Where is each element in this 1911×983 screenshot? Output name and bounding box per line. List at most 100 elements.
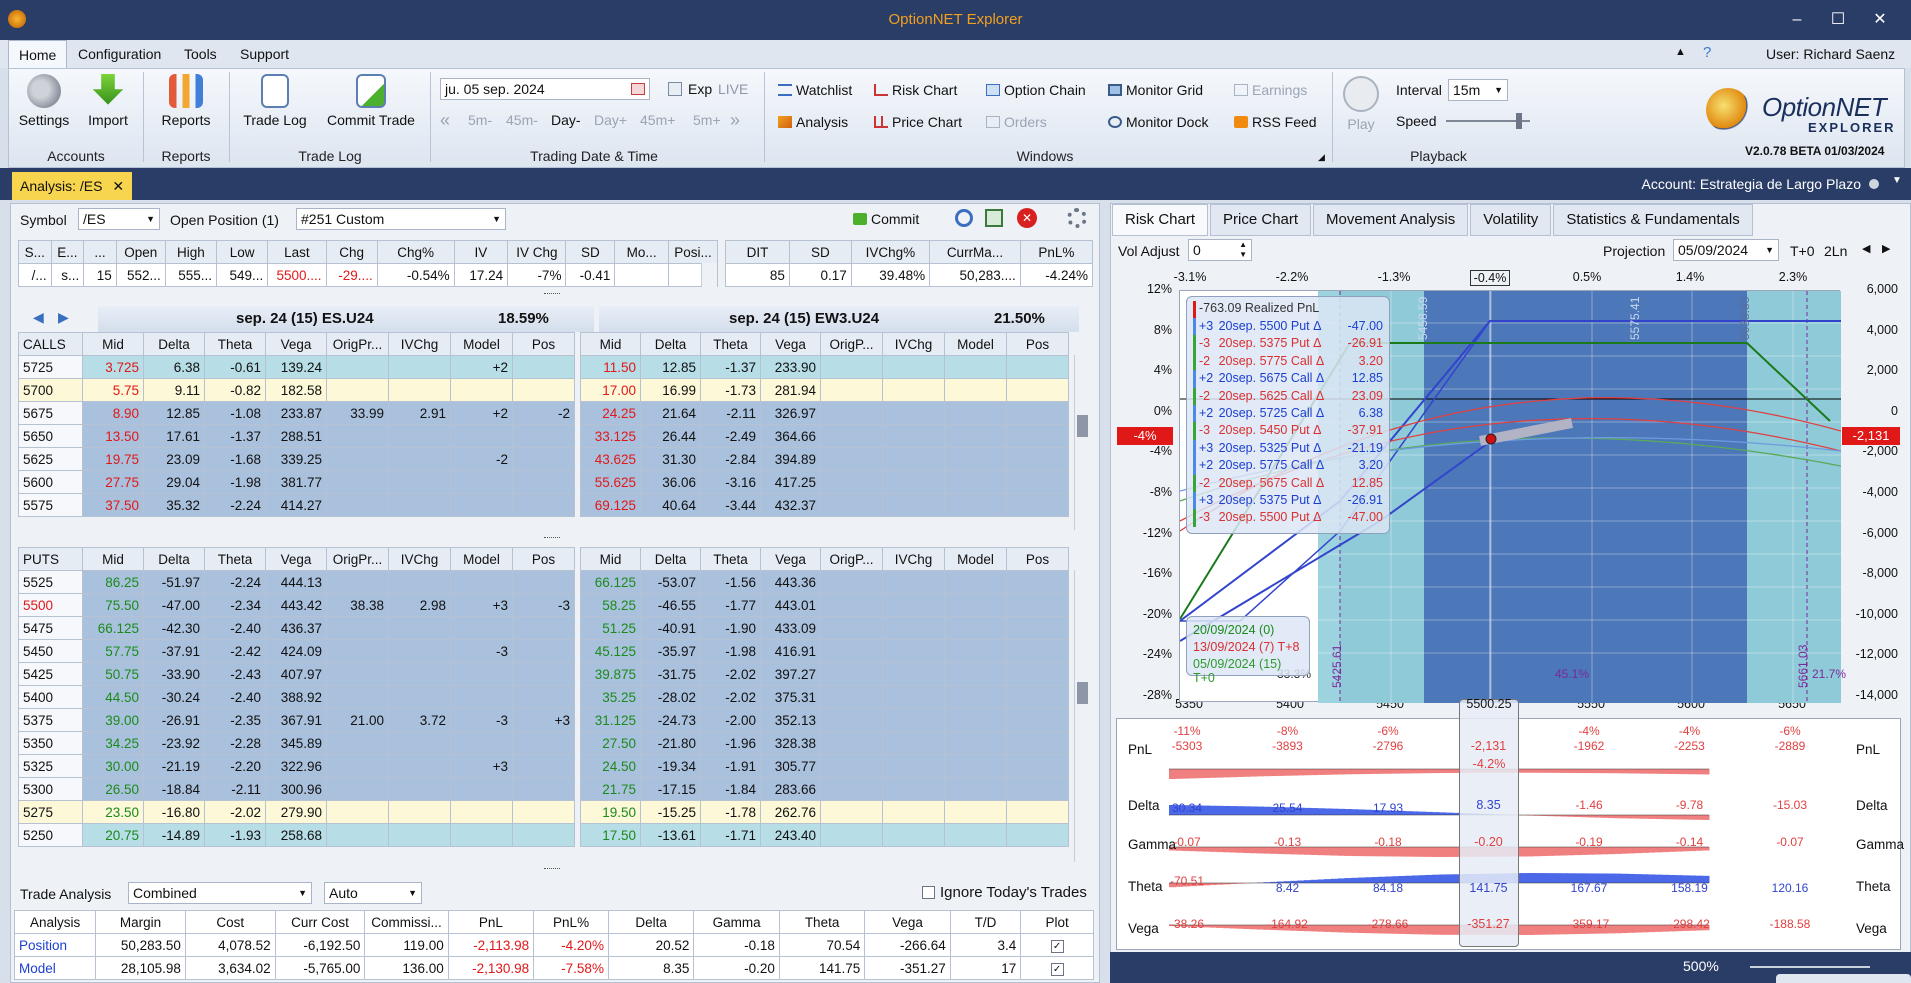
chain1-column-header[interactable]: Mid bbox=[82, 332, 144, 356]
chain1-cell[interactable] bbox=[450, 731, 513, 755]
chain-row[interactable]: 5700 5.75 9.11 -0.82 182.58 17.00 16.99 -1.73 28… bbox=[18, 378, 1085, 402]
close-tab-icon[interactable]: ✕ bbox=[112, 178, 124, 194]
stats-header[interactable]: DIT bbox=[725, 240, 790, 264]
chain2-cell[interactable] bbox=[1006, 378, 1069, 402]
chain1-cell[interactable]: +3 bbox=[450, 754, 513, 778]
chain2-cell[interactable] bbox=[1006, 447, 1069, 471]
chain2-cell[interactable] bbox=[1006, 685, 1069, 709]
chain2-cell[interactable] bbox=[944, 570, 1007, 594]
chain1-column-header[interactable]: Pos bbox=[512, 332, 575, 356]
nav-next-icon[interactable]: ▶ bbox=[58, 309, 69, 326]
chain2-column-header[interactable]: Model bbox=[944, 332, 1007, 356]
chain2-cell[interactable] bbox=[944, 639, 1007, 663]
chain1-cell[interactable] bbox=[512, 662, 575, 686]
chain-row[interactable]: 5575 37.50 35.32 -2.24 414.27 69.125 40.64 -3.4… bbox=[18, 493, 1085, 517]
tab-movement-analysis[interactable]: Movement Analysis bbox=[1313, 204, 1469, 236]
legend-item[interactable]: -2 20sep. 5675 Call Δ 12.85 bbox=[1193, 474, 1383, 492]
legend-item[interactable]: +2 20sep. 5775 Call Δ 3.20 bbox=[1193, 457, 1383, 475]
quote-header[interactable]: Open bbox=[115, 240, 166, 264]
option-chain-button[interactable]: Option Chain bbox=[986, 78, 1086, 102]
trade-header[interactable]: Gamma bbox=[693, 910, 780, 934]
legend-item[interactable]: -2 20sep. 5625 Call Δ 23.09 bbox=[1193, 387, 1383, 405]
account-menu-icon[interactable]: ▼ bbox=[1892, 175, 1902, 186]
trade-header[interactable]: T/D bbox=[949, 910, 1022, 934]
tab-analysis-es[interactable]: Analysis: /ES ✕ bbox=[12, 172, 133, 200]
chain1-cell[interactable] bbox=[450, 662, 513, 686]
step-5m-forward[interactable]: 5m+ bbox=[693, 112, 721, 128]
trade-header[interactable]: Margin bbox=[95, 910, 186, 934]
chain1-cell[interactable] bbox=[512, 754, 575, 778]
chain2-column-header[interactable]: Theta bbox=[700, 547, 761, 571]
projection-date-select[interactable]: 05/09/2024 ▼ bbox=[1673, 239, 1779, 261]
chain2-cell[interactable] bbox=[944, 616, 1007, 640]
chain1-cell[interactable]: +2 bbox=[450, 355, 513, 379]
quote-header[interactable]: ... bbox=[83, 240, 117, 264]
trade-header[interactable]: Curr Cost bbox=[274, 910, 366, 934]
chain2-cell[interactable] bbox=[1006, 639, 1069, 663]
chain1-cell[interactable] bbox=[450, 685, 513, 709]
chain1-cell[interactable]: +2 bbox=[450, 401, 513, 425]
calendar-grid-icon[interactable] bbox=[668, 82, 682, 96]
chain1-cell[interactable] bbox=[512, 470, 575, 494]
monitor-grid-button[interactable]: Monitor Grid bbox=[1108, 78, 1203, 102]
collapse-ribbon-icon[interactable]: ▲ bbox=[1675, 46, 1686, 58]
chain2-cell[interactable] bbox=[1006, 493, 1069, 517]
quote-header[interactable]: High bbox=[164, 240, 218, 264]
chain2-column-header[interactable]: Delta bbox=[640, 332, 701, 356]
chain1-cell[interactable]: +3 bbox=[450, 593, 513, 617]
plot-checkbox[interactable]: ✓ bbox=[1050, 940, 1064, 953]
step-day-forward[interactable]: Day+ bbox=[594, 112, 627, 128]
quote-header[interactable]: Posi... bbox=[667, 240, 719, 264]
menu-tools[interactable]: Tools bbox=[174, 40, 227, 68]
rss-feed-button[interactable]: RSS Feed bbox=[1234, 110, 1317, 134]
trade-row[interactable]: Model 28,105.98 3,634.02 -5,765.00 136.00 -2,… bbox=[13, 956, 1094, 980]
quote-header[interactable]: IV Chg bbox=[507, 240, 567, 264]
chain1-cell[interactable]: -2 bbox=[512, 401, 575, 425]
chain2-column-header[interactable]: Vega bbox=[760, 332, 821, 356]
quote-header[interactable]: Chg bbox=[325, 240, 378, 264]
chain1-column-header[interactable]: OrigPr... bbox=[326, 332, 389, 356]
chain1-column-header[interactable]: Theta bbox=[204, 547, 266, 571]
chain2-cell[interactable] bbox=[944, 378, 1007, 402]
chain2-cell[interactable] bbox=[1006, 570, 1069, 594]
nav-prev-icon[interactable]: ◀ bbox=[33, 309, 44, 326]
chain-row[interactable]: 5500 75.50 -47.00 -2.34 443.42 38.38 2.98 +3 -3 5… bbox=[18, 593, 1085, 617]
chain1-cell[interactable] bbox=[512, 355, 575, 379]
stats-header[interactable]: SD bbox=[788, 240, 852, 264]
play-button[interactable]: Play bbox=[1340, 76, 1382, 132]
import-button[interactable]: Import bbox=[80, 74, 136, 128]
chain2-column-header[interactable]: OrigP... bbox=[820, 332, 883, 356]
chain-row[interactable]: 5375 39.00 -26.91 -2.35 367.91 21.00 3.72 -3 +3 3… bbox=[18, 708, 1085, 732]
chain2-cell[interactable] bbox=[944, 685, 1007, 709]
chain1-cell[interactable] bbox=[512, 823, 575, 847]
chain1-cell[interactable] bbox=[450, 616, 513, 640]
chain1-cell[interactable]: -3 bbox=[450, 708, 513, 732]
puts-scroll-thumb[interactable] bbox=[1077, 682, 1088, 704]
step-5m-back[interactable]: 5m- bbox=[468, 112, 492, 128]
chain2-cell[interactable] bbox=[1006, 355, 1069, 379]
trade-header[interactable]: Cost bbox=[184, 910, 276, 934]
interval-select[interactable]: 15m ▼ bbox=[1448, 79, 1508, 101]
chain2-column-header[interactable]: IVChg bbox=[882, 332, 945, 356]
settings-button[interactable]: Settings bbox=[16, 74, 72, 128]
splitter-grip[interactable] bbox=[544, 293, 560, 296]
speed-slider-thumb[interactable] bbox=[1516, 113, 1522, 129]
chain-row[interactable]: 5400 44.50 -30.24 -2.40 388.92 35.25 -28.02 -2.… bbox=[18, 685, 1085, 709]
chain2-cell[interactable] bbox=[944, 493, 1007, 517]
help-icon[interactable]: ? bbox=[1703, 44, 1711, 61]
chain1-column-header[interactable]: Vega bbox=[265, 332, 327, 356]
chain2-column-header[interactable]: Pos bbox=[1006, 547, 1069, 571]
tab-risk-chart[interactable]: Risk Chart bbox=[1112, 204, 1209, 236]
chain1-column-header[interactable]: Delta bbox=[143, 332, 205, 356]
chain1-cell[interactable]: +3 bbox=[512, 708, 575, 732]
commit-button[interactable]: Commit bbox=[853, 207, 919, 231]
stats-header[interactable]: CurrMa... bbox=[929, 240, 1021, 264]
chain-row[interactable]: 5325 30.00 -21.19 -2.20 322.96 +3 24.50 -19.34-… bbox=[18, 754, 1085, 778]
puts-scrollbar[interactable] bbox=[1074, 570, 1090, 862]
windows-expand-icon[interactable]: ◢ bbox=[1318, 152, 1325, 163]
watchlist-button[interactable]: Watchlist bbox=[778, 78, 852, 102]
chain2-cell[interactable] bbox=[1006, 708, 1069, 732]
orders-button[interactable]: Orders bbox=[986, 110, 1047, 134]
reports-button[interactable]: Reports bbox=[156, 74, 216, 128]
chain2-cell[interactable] bbox=[944, 424, 1007, 448]
